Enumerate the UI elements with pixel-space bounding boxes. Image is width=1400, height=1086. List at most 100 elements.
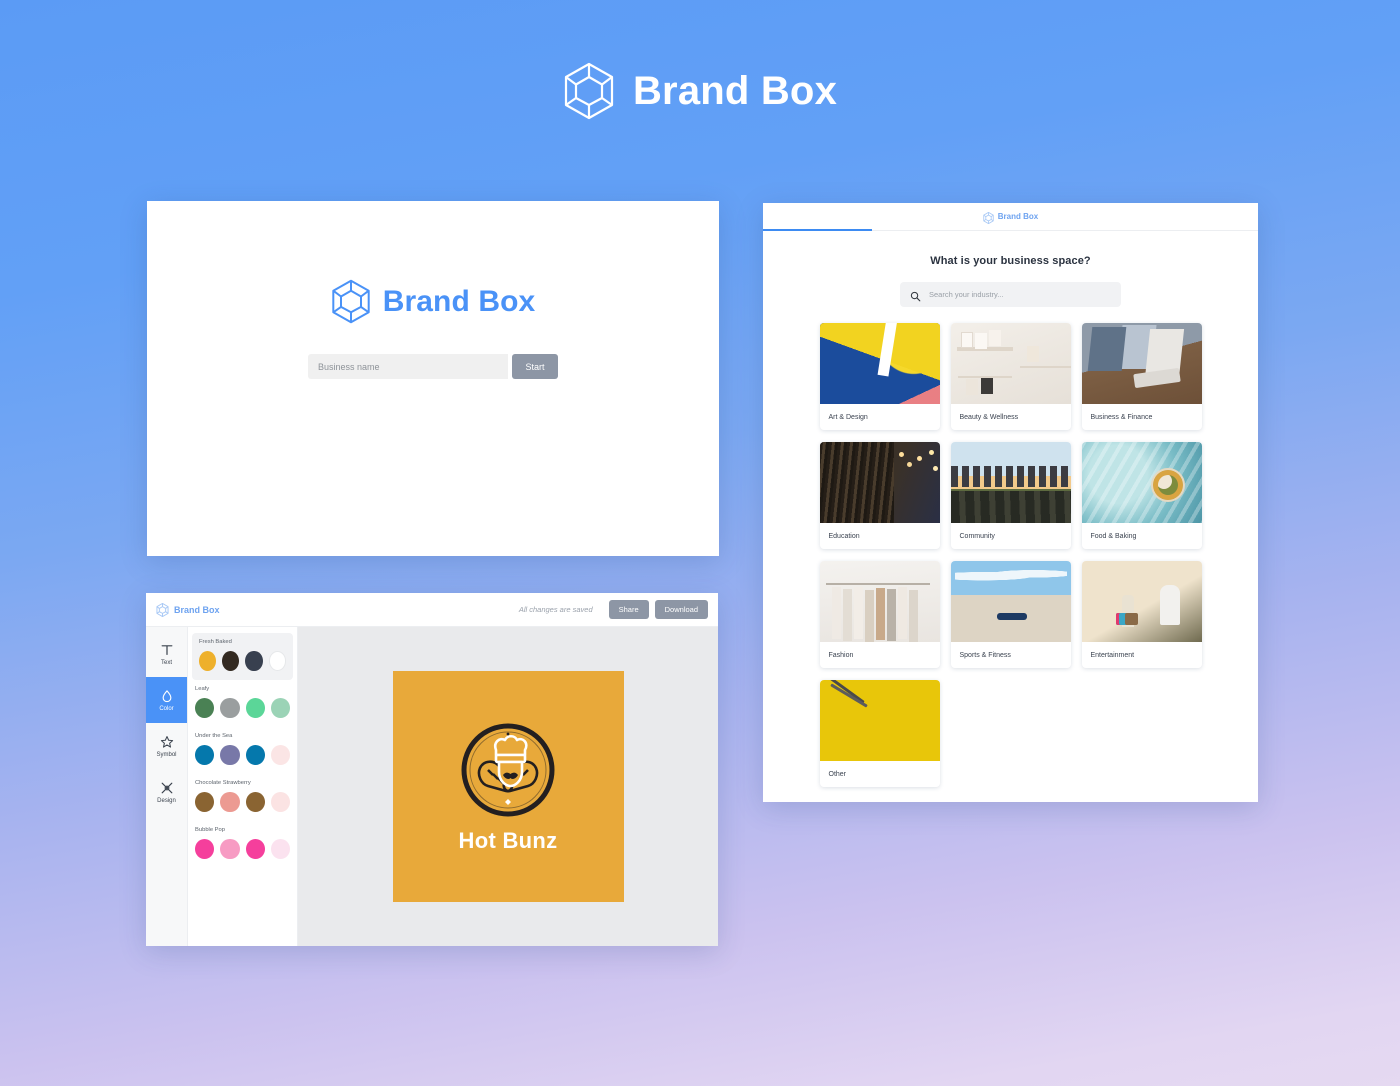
color-swatch[interactable] — [245, 745, 265, 765]
industry-topbar: Brand Box — [763, 203, 1258, 231]
color-swatch[interactable] — [270, 839, 290, 859]
color-swatch[interactable] — [195, 792, 215, 812]
logo-canvas-pane[interactable]: Hot Bunz — [298, 627, 718, 946]
color-swatch[interactable] — [268, 651, 286, 671]
editor-topbar: Brand Box All changes are saved Share Do… — [146, 593, 718, 627]
swatch-row — [195, 839, 290, 859]
editor-topbar-wordmark: Brand Box — [174, 604, 220, 615]
palette-group[interactable]: Under the Sea — [188, 727, 297, 774]
industry-topbar-logo: Brand Box — [983, 211, 1039, 224]
color-swatch[interactable] — [195, 745, 215, 765]
industry-topbar-wordmark: Brand Box — [997, 212, 1039, 221]
category-label: Sports & Fitness — [959, 651, 1011, 659]
category-thumbnail — [1081, 561, 1202, 642]
color-swatch[interactable] — [245, 698, 265, 718]
onboarding-progress-bar — [763, 229, 1258, 231]
cube-hexagon-icon — [983, 211, 994, 224]
category-label: Community — [959, 532, 995, 540]
baker-bread-icon — [458, 720, 558, 820]
category-card[interactable]: Art & Design — [819, 323, 940, 430]
category-card[interactable]: Entertainment — [1081, 561, 1202, 668]
swatch-row — [195, 698, 290, 718]
star-icon — [160, 735, 174, 749]
logo-artboard[interactable]: Hot Bunz — [392, 671, 624, 902]
color-swatch[interactable] — [220, 792, 240, 812]
category-card[interactable]: Other — [819, 680, 940, 787]
category-card[interactable]: Beauty & Wellness — [950, 323, 1071, 430]
palette-name: Under the Sea — [195, 733, 233, 739]
landing-panel: Brand Box Start — [147, 201, 719, 556]
save-status-text: All changes are saved — [518, 605, 593, 614]
palette-group[interactable]: Chocolate Strawberry — [188, 774, 297, 821]
tool-design[interactable]: Design — [146, 769, 187, 815]
download-button[interactable]: Download — [654, 600, 708, 619]
search-icon — [910, 289, 921, 302]
color-swatch[interactable] — [270, 792, 290, 812]
category-label: Fashion — [828, 651, 854, 659]
color-swatch[interactable] — [245, 792, 265, 812]
palette-group[interactable]: Fresh Baked — [192, 633, 293, 680]
cube-hexagon-icon — [563, 62, 615, 120]
logo-business-name: Hot Bunz — [458, 827, 558, 853]
swatch-row — [199, 651, 286, 671]
category-thumbnail — [1081, 323, 1202, 404]
category-thumbnail — [819, 561, 940, 642]
category-grid: Art & Design Beauty & Wellness Business & … — [785, 323, 1236, 787]
palette-name: Chocolate Strawberry — [195, 780, 251, 786]
category-thumbnail — [819, 442, 940, 523]
category-card[interactable]: Food & Baking — [1081, 442, 1202, 549]
color-swatch[interactable] — [220, 839, 240, 859]
color-swatch[interactable] — [220, 698, 240, 718]
category-label: Food & Baking — [1090, 532, 1137, 540]
tool-label: Symbol — [156, 751, 177, 758]
category-thumbnail — [819, 680, 940, 761]
color-swatch[interactable] — [245, 651, 263, 671]
category-thumbnail — [950, 442, 1071, 523]
category-thumbnail — [950, 561, 1071, 642]
category-card[interactable]: Business & Finance — [1081, 323, 1202, 430]
editor-topbar-logo[interactable]: Brand Box — [156, 602, 220, 617]
category-label: Entertainment — [1090, 651, 1135, 659]
landing-wordmark: Brand Box — [382, 284, 536, 318]
category-card[interactable]: Education — [819, 442, 940, 549]
color-swatch[interactable] — [220, 745, 240, 765]
category-card[interactable]: Fashion — [819, 561, 940, 668]
industry-heading: What is your business space? — [930, 255, 1091, 267]
cube-hexagon-icon — [331, 279, 371, 324]
color-palette-pane: Fresh Baked Leafy Under the Sea Chocolate S… — [188, 627, 298, 946]
share-button[interactable]: Share — [608, 600, 649, 619]
tool-symbol[interactable]: Symbol — [146, 723, 187, 769]
color-swatch[interactable] — [270, 745, 290, 765]
category-card[interactable]: Community — [950, 442, 1071, 549]
category-label: Business & Finance — [1090, 413, 1153, 421]
color-swatch[interactable] — [245, 839, 265, 859]
search-input[interactable] — [929, 290, 1111, 299]
swatch-row — [195, 745, 290, 765]
category-thumbnail — [950, 323, 1071, 404]
palette-group[interactable]: Bubble Pop — [188, 821, 297, 868]
category-card[interactable]: Sports & Fitness — [950, 561, 1071, 668]
industry-picker-panel: Brand Box What is your business space? A… — [763, 203, 1258, 802]
category-label: Other — [828, 770, 847, 778]
droplet-icon — [160, 689, 174, 703]
industry-search-box[interactable] — [900, 282, 1121, 307]
category-label: Art & Design — [828, 413, 868, 421]
color-swatch[interactable] — [199, 651, 217, 671]
category-thumbnail — [819, 323, 940, 404]
cube-hexagon-icon — [156, 602, 169, 617]
palette-name: Fresh Baked — [199, 639, 232, 645]
business-name-input[interactable] — [308, 354, 508, 379]
tool-color[interactable]: Color — [146, 677, 187, 723]
category-label: Beauty & Wellness — [959, 413, 1019, 421]
start-button[interactable]: Start — [512, 354, 558, 379]
color-swatch[interactable] — [195, 839, 215, 859]
tool-label: Design — [157, 797, 176, 804]
color-swatch[interactable] — [222, 651, 240, 671]
category-label: Education — [828, 532, 860, 540]
tool-text[interactable]: Text — [146, 631, 187, 677]
page-brand-header: Brand Box — [0, 62, 1400, 120]
shapes-icon — [160, 781, 174, 795]
color-swatch[interactable] — [195, 698, 215, 718]
color-swatch[interactable] — [270, 698, 290, 718]
palette-group[interactable]: Leafy — [188, 680, 297, 727]
